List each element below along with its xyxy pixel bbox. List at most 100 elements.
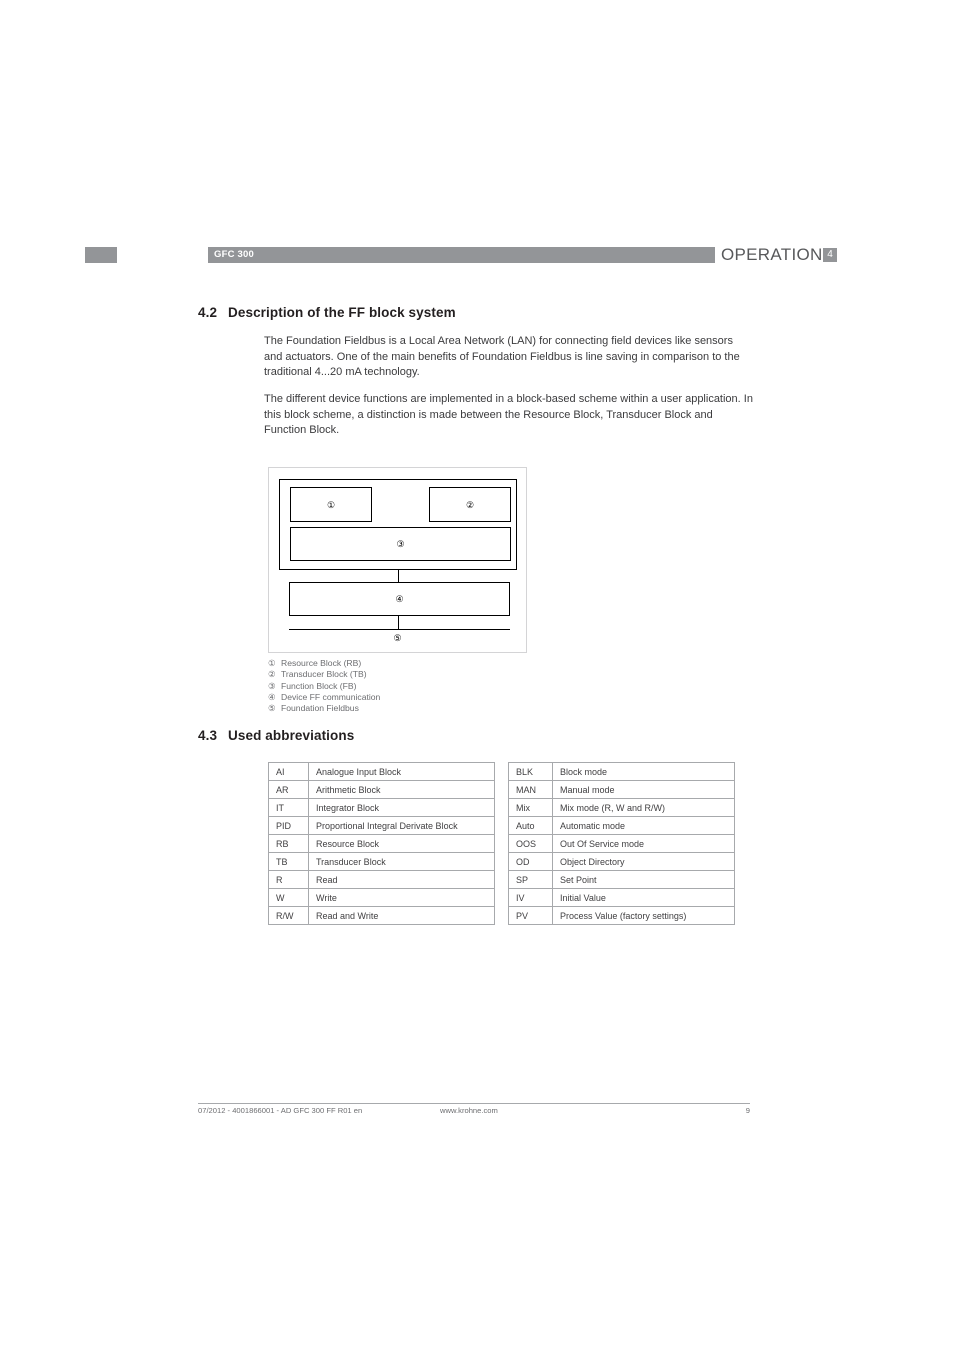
legend-label: Function Block (FB) bbox=[281, 680, 357, 691]
document-page: GFC 300 OPERATION 4 4.2 Description of th… bbox=[0, 0, 954, 1350]
page-header: GFC 300 OPERATION 4 bbox=[85, 245, 837, 264]
diagram-block-resource: ① bbox=[290, 487, 372, 522]
abbr-key: PID bbox=[268, 816, 309, 835]
abbr-value: Read bbox=[308, 870, 495, 889]
abbreviations-table-right: BLK Block mode MAN Manual mode Mix Mix m… bbox=[508, 762, 735, 925]
abbr-key: IV bbox=[508, 888, 553, 907]
abbr-key: Auto bbox=[508, 816, 553, 835]
abbr-value: Manual mode bbox=[552, 780, 735, 799]
abbr-key: IT bbox=[268, 798, 309, 817]
table-row: PV Process Value (factory settings) bbox=[508, 906, 735, 925]
table-row: R Read bbox=[268, 870, 495, 889]
abbr-value: Mix mode (R, W and R/W) bbox=[552, 798, 735, 817]
diagram-block-communication: ④ bbox=[289, 582, 510, 616]
section-heading-4-3: 4.3 Used abbreviations bbox=[198, 728, 354, 743]
table-row: Mix Mix mode (R, W and R/W) bbox=[508, 798, 735, 817]
legend-marker: ② bbox=[268, 669, 276, 680]
ff-block-diagram: ① ② ③ ④ ⑤ bbox=[268, 467, 527, 653]
abbr-key: OD bbox=[508, 852, 553, 871]
legend-label: Foundation Fieldbus bbox=[281, 703, 359, 714]
legend-marker: ① bbox=[268, 658, 276, 668]
footer-divider bbox=[198, 1103, 750, 1104]
abbr-key: W bbox=[268, 888, 309, 907]
diagram-block-communication-marker: ④ bbox=[395, 594, 404, 604]
table-row: RB Resource Block bbox=[268, 834, 495, 853]
footer-website: www.krohne.com bbox=[440, 1106, 498, 1115]
header-doc-title: GFC 300 bbox=[214, 249, 254, 260]
legend-item: ② Transducer Block (TB) bbox=[268, 669, 568, 680]
table-row: W Write bbox=[268, 888, 495, 907]
abbreviations-table-left: AI Analogue Input Block AR Arithmetic Bl… bbox=[268, 762, 495, 925]
legend-item: ③ Function Block (FB) bbox=[268, 681, 568, 692]
paragraph-block-scheme: The different device functions are imple… bbox=[264, 393, 753, 436]
table-row: Auto Automatic mode bbox=[508, 816, 735, 835]
legend-label: Resource Block (RB) bbox=[281, 658, 362, 668]
abbr-value: Object Directory bbox=[552, 852, 735, 871]
table-row: AR Arithmetic Block bbox=[268, 780, 495, 799]
diagram-block-function: ③ bbox=[290, 527, 511, 561]
abbr-value: Automatic mode bbox=[552, 816, 735, 835]
abbr-value: Initial Value bbox=[552, 888, 735, 907]
diagram-block-transducer: ② bbox=[429, 487, 511, 522]
abbr-value: Read and Write bbox=[308, 906, 495, 925]
section-number-4-2: 4.2 bbox=[198, 305, 218, 320]
footer-document-code: 07/2012 - 4001866001 - AD GFC 300 FF R01… bbox=[198, 1106, 363, 1115]
diagram-block-function-marker: ③ bbox=[396, 539, 405, 549]
abbr-key: SP bbox=[508, 870, 553, 889]
diagram-connector-lower bbox=[398, 616, 400, 629]
abbr-key: AI bbox=[268, 762, 309, 781]
diagram-fieldbus-line bbox=[289, 629, 510, 631]
legend-item: ⑤ Foundation Fieldbus bbox=[268, 703, 568, 714]
paragraph-ff-intro: The Foundation Fieldbus is a Local Area … bbox=[264, 335, 740, 378]
abbr-value: Resource Block bbox=[308, 834, 495, 853]
footer-page-number: 9 bbox=[745, 1106, 750, 1115]
diagram-block-resource-marker: ① bbox=[326, 499, 336, 510]
section-title-4-3: Used abbreviations bbox=[228, 728, 355, 743]
abbr-key: BLK bbox=[508, 762, 553, 781]
section-number-4-3: 4.3 bbox=[198, 728, 218, 743]
diagram-block-transducer-marker: ② bbox=[465, 499, 475, 510]
table-row: AI Analogue Input Block bbox=[268, 762, 495, 781]
abbr-key: R/W bbox=[268, 906, 309, 925]
header-chapter-number: 4 bbox=[823, 248, 837, 262]
diagram-connector-upper bbox=[398, 570, 400, 582]
abbr-key: RB bbox=[268, 834, 309, 853]
table-row: SP Set Point bbox=[508, 870, 735, 889]
abbr-key: AR bbox=[268, 780, 309, 799]
abbr-key: Mix bbox=[508, 798, 553, 817]
legend-label: Device FF communication bbox=[281, 691, 381, 702]
abbr-value: Set Point bbox=[552, 870, 735, 889]
table-row: IT Integrator Block bbox=[268, 798, 495, 817]
abbr-key: PV bbox=[508, 906, 553, 925]
diagram-device-boundary: ① ② ③ bbox=[279, 479, 517, 570]
legend-marker: ③ bbox=[268, 680, 276, 691]
header-section-title: OPERATION bbox=[721, 245, 823, 264]
abbr-value: Arithmetic Block bbox=[308, 780, 495, 799]
abbr-value: Analogue Input Block bbox=[308, 762, 495, 781]
header-left-mark bbox=[85, 247, 117, 263]
abbr-value: Block mode bbox=[552, 762, 735, 781]
legend-label: Transducer Block (TB) bbox=[281, 669, 367, 680]
table-row: BLK Block mode bbox=[508, 762, 735, 781]
legend-marker: ④ bbox=[268, 691, 276, 702]
legend-marker: ⑤ bbox=[268, 703, 276, 714]
table-row: PID Proportional Integral Derivate Block bbox=[268, 816, 495, 835]
abbr-value: Transducer Block bbox=[308, 852, 495, 871]
section-heading-4-2: 4.2 Description of the FF block system bbox=[198, 305, 456, 320]
section-title-4-2: Description of the FF block system bbox=[228, 305, 456, 320]
legend-item: ① Resource Block (RB) bbox=[268, 658, 568, 669]
table-row: R/W Read and Write bbox=[268, 906, 495, 925]
table-row: MAN Manual mode bbox=[508, 780, 735, 799]
abbr-key: OOS bbox=[508, 834, 553, 853]
abbr-key: R bbox=[268, 870, 309, 889]
abbr-value: Process Value (factory settings) bbox=[552, 906, 735, 925]
table-row: TB Transducer Block bbox=[268, 852, 495, 871]
abbr-value: Write bbox=[308, 888, 495, 907]
abbr-value: Out Of Service mode bbox=[552, 834, 735, 853]
diagram-fieldbus-marker: ⑤ bbox=[393, 633, 402, 643]
table-row: OD Object Directory bbox=[508, 852, 735, 871]
header-bar bbox=[208, 247, 715, 263]
diagram-legend: ① Resource Block (RB) ② Transducer Block (… bbox=[268, 658, 568, 714]
abbr-key: TB bbox=[268, 852, 309, 871]
abbr-key: MAN bbox=[508, 780, 553, 799]
